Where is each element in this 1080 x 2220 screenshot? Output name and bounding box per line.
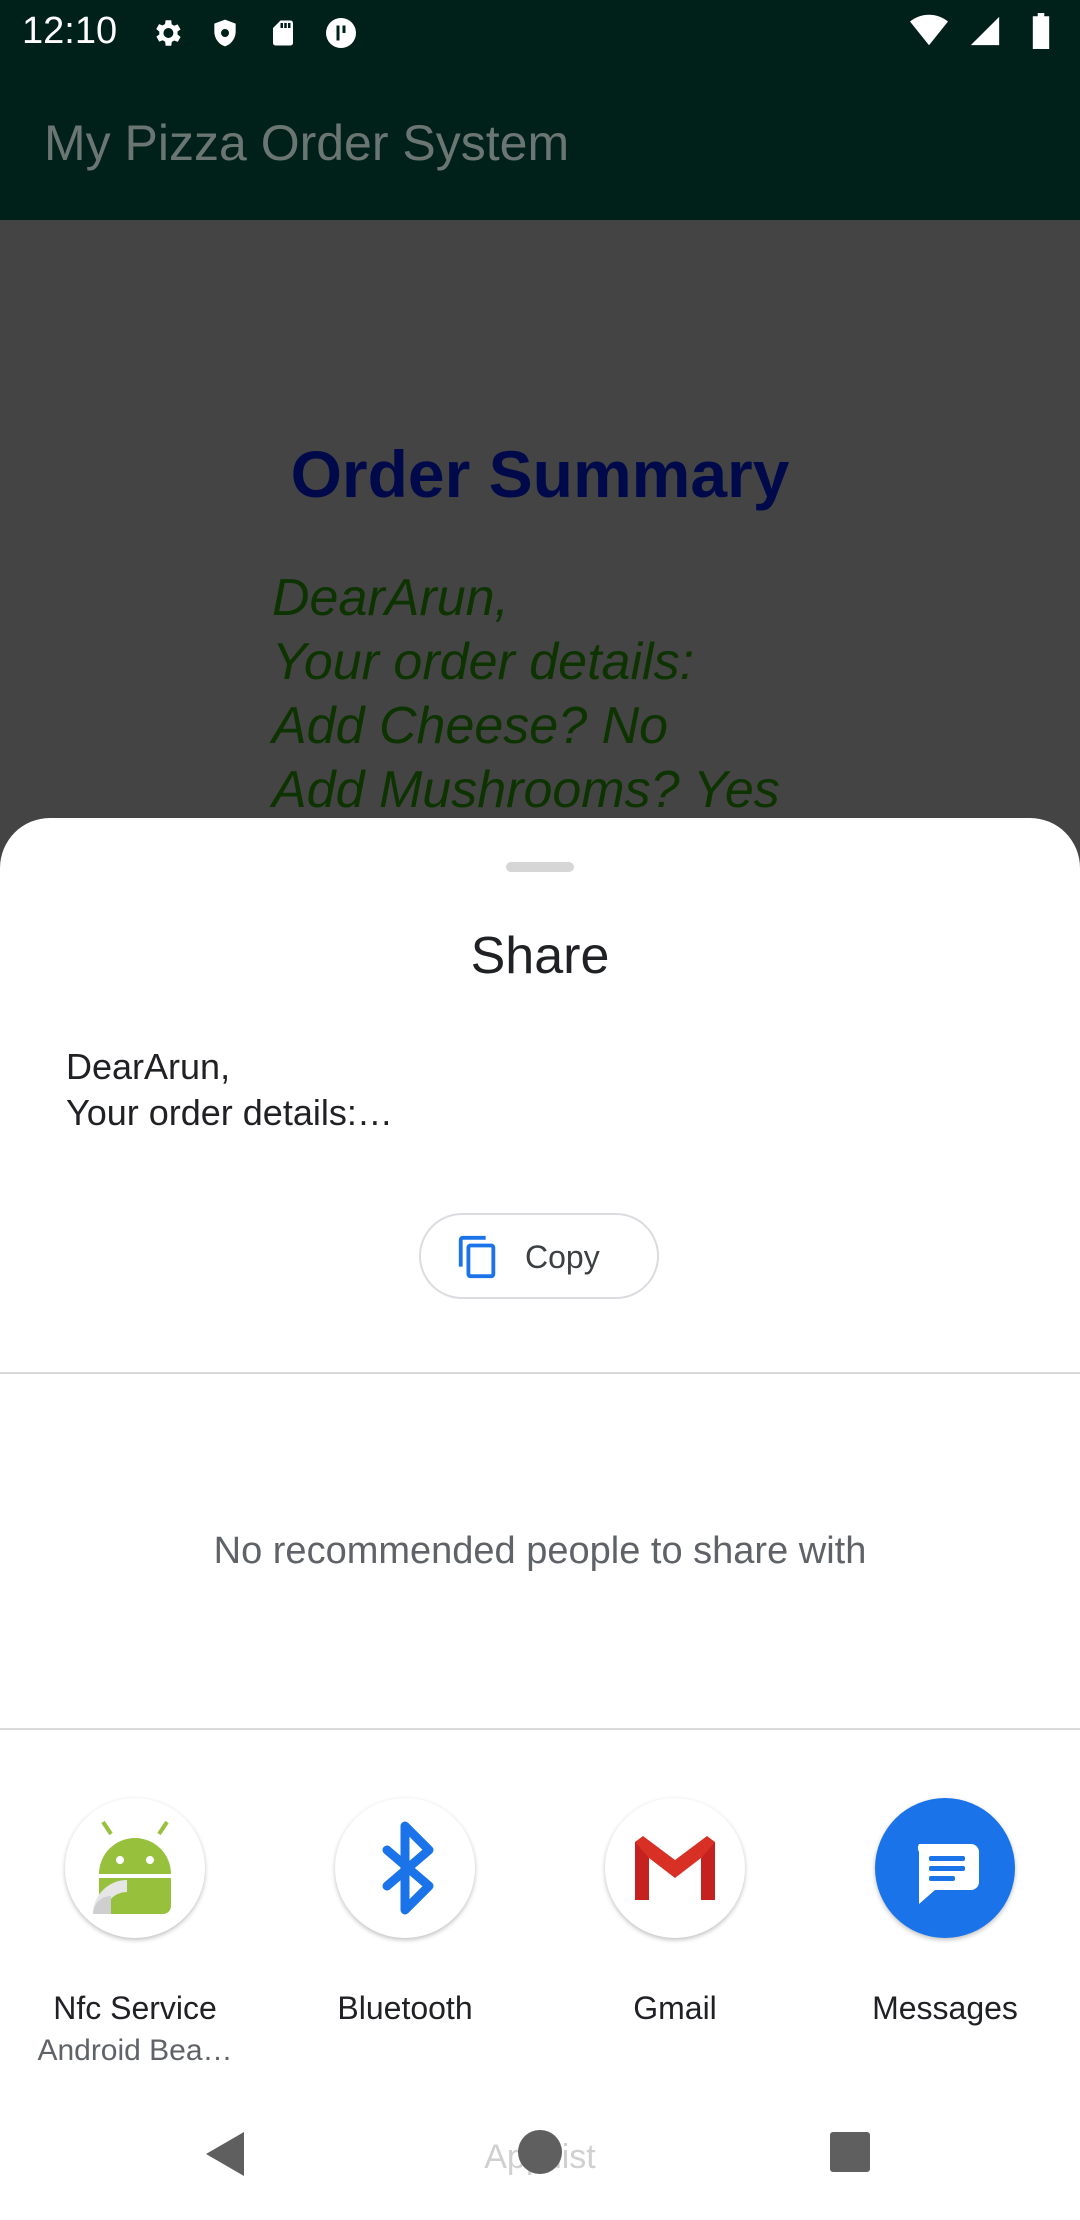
sd-card-icon <box>264 14 302 52</box>
order-summary-title: Order Summary <box>290 437 790 511</box>
vpn-key-icon <box>322 14 360 52</box>
preview-line: Your order details:… <box>66 1092 393 1133</box>
share-title: Share <box>470 927 610 985</box>
home-icon[interactable] <box>518 2130 562 2174</box>
navigation-bar: App list <box>0 2088 1080 2220</box>
back-icon[interactable] <box>204 2130 248 2178</box>
app-bar: My Pizza Order System <box>0 66 1080 220</box>
copy-button[interactable]: Copy <box>419 1213 659 1299</box>
share-target-label: Gmail <box>633 1990 717 2026</box>
shield-icon <box>206 14 244 52</box>
wifi-icon <box>910 12 948 50</box>
share-preview-text: DearArun, Your order details:… <box>66 1044 393 1136</box>
divider <box>0 1372 1080 1374</box>
share-target-label: Nfc Service <box>53 1990 217 2026</box>
share-target-label: Messages <box>872 1990 1018 2026</box>
status-bar: 12:10 <box>0 0 1080 66</box>
gmail-icon <box>605 1798 745 1938</box>
divider <box>0 1728 1080 1730</box>
share-sheet: Share DearArun, Your order details:… Cop… <box>0 818 1080 2088</box>
nfc-android-icon <box>65 1798 205 1938</box>
order-line: Add Mushrooms? Yes <box>272 761 780 819</box>
status-time: 12:10 <box>22 10 118 52</box>
signal-icon <box>966 12 1004 50</box>
copy-icon <box>458 1235 496 1279</box>
app-title: My Pizza Order System <box>44 115 570 171</box>
order-details: DearArun, Your order details: Add Cheese… <box>272 566 780 822</box>
preview-line: DearArun, <box>66 1046 231 1087</box>
recents-icon[interactable] <box>830 2132 870 2172</box>
messages-icon <box>875 1798 1015 1938</box>
share-target-label: Bluetooth <box>337 1990 473 2026</box>
no-recommended-people-text: No recommended people to share with <box>213 1530 867 1572</box>
copy-label: Copy <box>525 1239 600 1275</box>
order-line: Add Cheese? No <box>272 697 669 755</box>
battery-icon <box>1022 12 1060 50</box>
bluetooth-icon <box>335 1798 475 1938</box>
share-target-sublabel: Android Bea… <box>37 2034 233 2067</box>
share-targets: Nfc Service Android Bea… Bluetooth Gmail… <box>0 1798 1080 2067</box>
settings-icon <box>148 14 186 52</box>
order-line: DearArun, <box>272 569 509 627</box>
order-line: Your order details: <box>272 633 695 691</box>
drag-handle[interactable] <box>506 862 574 872</box>
